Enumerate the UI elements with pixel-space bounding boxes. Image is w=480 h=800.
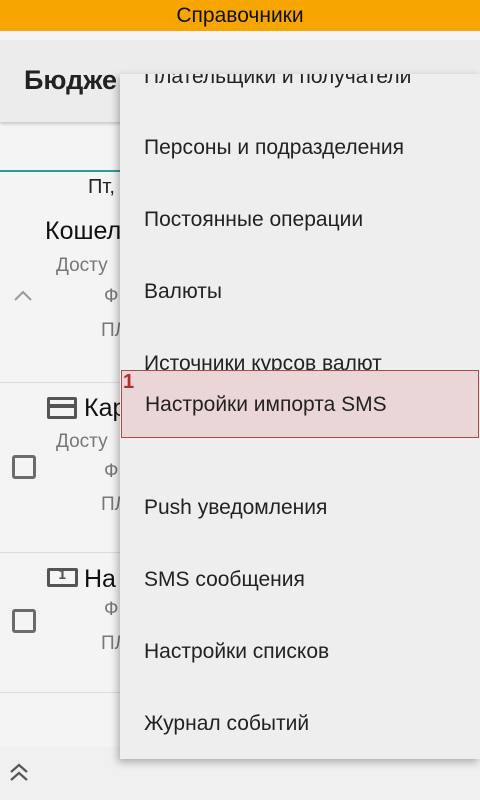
card-account-f-label: Ф	[104, 461, 119, 482]
cash-icon	[47, 568, 78, 587]
credit-card-icon	[47, 397, 77, 419]
menu-item-sms-messages[interactable]: SMS сообщения	[120, 546, 480, 614]
menu-item-event-log[interactable]: Журнал событий	[120, 690, 480, 758]
cash-account-title[interactable]: На	[84, 565, 116, 594]
wallet-group-title[interactable]: Кошел	[45, 217, 121, 246]
chevron-up-icon[interactable]	[12, 285, 34, 307]
menu-item-currencies[interactable]: Валюты	[120, 258, 480, 326]
menu-item-label: Настройки импорта SMS	[145, 393, 387, 416]
toolbar-title: Бюдже	[24, 65, 118, 95]
menu-item-recurring-operations[interactable]: Постоянные операции	[120, 186, 480, 254]
menu-item-push-notifications[interactable]: Push уведомления	[120, 474, 480, 542]
double-chevron-up-icon[interactable]	[8, 762, 30, 784]
column-header: Пт,	[88, 176, 115, 198]
menu-item-payers[interactable]: Плательщики и получатели	[120, 74, 480, 111]
annotation-marker: 1	[123, 371, 135, 393]
menu-item-persons[interactable]: Персоны и подразделения	[120, 114, 480, 182]
wallet-group-f-label: Ф	[104, 286, 119, 307]
screen-title-banner: Справочники	[0, 0, 480, 31]
card-account-checkbox[interactable]	[12, 455, 36, 479]
wallet-group-subtitle: Досту	[56, 255, 108, 276]
card-account-subtitle: Досту	[56, 431, 108, 452]
cash-account-f-label: Ф	[104, 599, 119, 620]
cash-account-checkbox[interactable]	[12, 609, 36, 633]
menu-item-list-settings[interactable]: Настройки списков	[120, 618, 480, 686]
app-background: Бюдже Пт, Кошел Досту Ф ПЛ Кар Досту Ф П…	[0, 31, 480, 800]
dropdown-menu: Плательщики и получатели Персоны и подра…	[120, 74, 480, 759]
menu-item-sms-import-settings[interactable]: Настройки импорта SMS	[121, 370, 479, 438]
